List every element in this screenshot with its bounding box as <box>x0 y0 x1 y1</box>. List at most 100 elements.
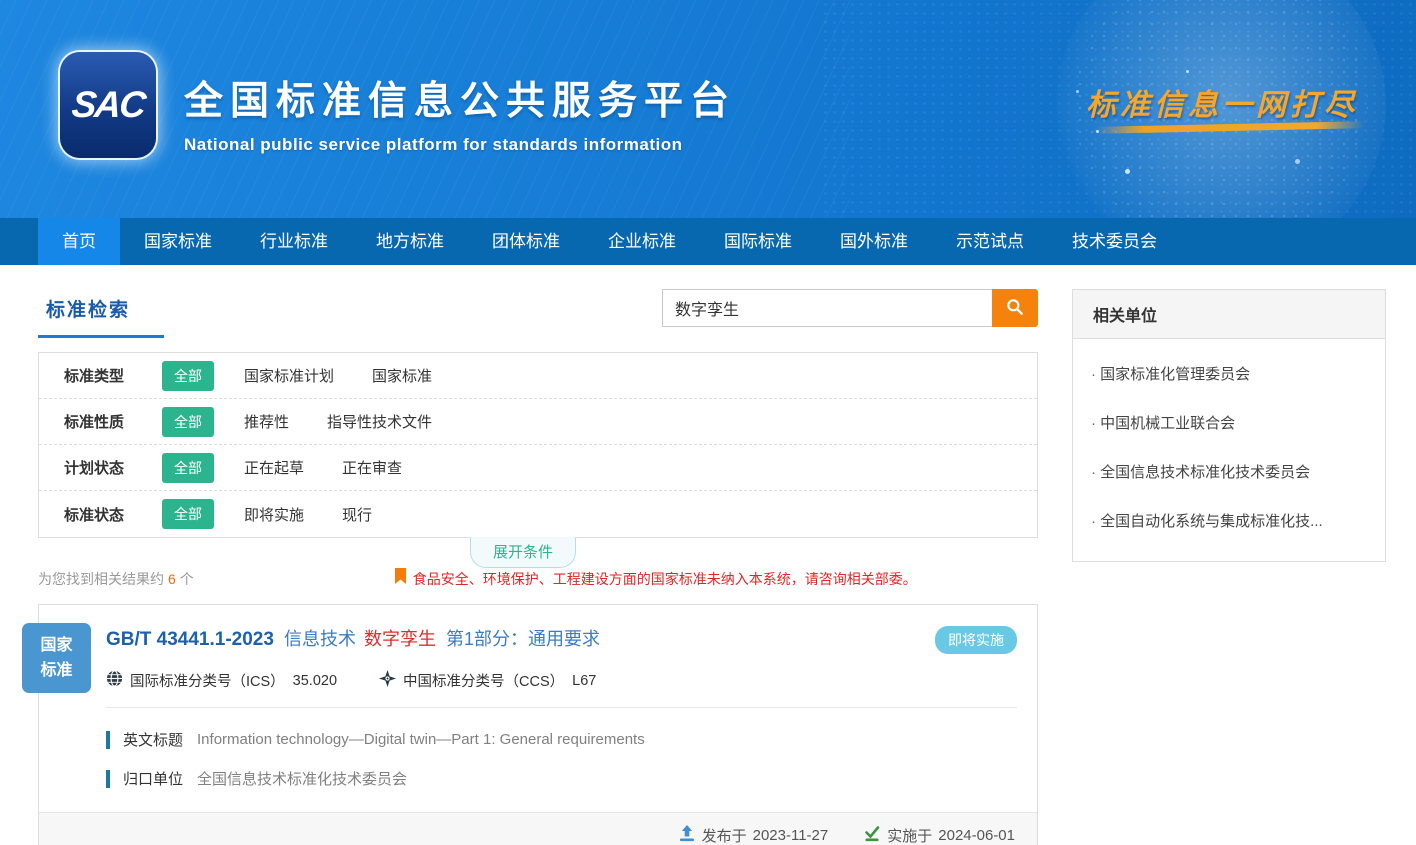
slogan-text: 标准信息一网打尽 <box>1086 80 1358 124</box>
nav-item-international-standards[interactable]: 国际标准 <box>700 218 816 265</box>
nav-item-local-standards[interactable]: 地方标准 <box>352 218 468 265</box>
badge-line: 国家 <box>22 633 91 658</box>
standard-title-part[interactable]: 第1部分：通用要求 <box>446 625 600 651</box>
filter-option[interactable]: 现行 <box>342 504 372 525</box>
related-unit-link[interactable]: 全国信息技术标准化技术委员会 <box>1091 447 1367 496</box>
standard-title-part[interactable]: 信息技术 <box>284 625 356 651</box>
english-title-row: 英文标题 Information technology—Digital twin… <box>106 720 1017 759</box>
search-button[interactable] <box>992 289 1038 327</box>
expand-conditions-button[interactable]: 展开条件 <box>470 537 576 568</box>
filter-all-button[interactable]: 全部 <box>162 499 214 529</box>
badge-line: 标准 <box>22 658 91 683</box>
filter-row-standard-status: 标准状态 全部 即将实施 现行 <box>39 491 1037 537</box>
magnifier-icon <box>1005 297 1025 320</box>
section-title-wrap: 标准检索 <box>38 289 164 338</box>
results-info-row: 为您找到相关结果约6个 食品安全、环境保护、工程建设方面的国家标准未纳入本系统，… <box>38 568 1038 590</box>
sidebar-column: 相关单位 国家标准化管理委员会 中国机械工业联合会 全国信息技术标准化技术委员会… <box>1072 289 1386 845</box>
related-units-title: 相关单位 <box>1073 290 1385 339</box>
filter-option[interactable]: 国家标准计划 <box>244 365 334 386</box>
filter-option[interactable]: 指导性技术文件 <box>327 411 432 432</box>
detail-value: 全国信息技术标准化技术委员会 <box>197 768 407 789</box>
result-count-prefix: 为您找到相关结果约 <box>38 571 164 587</box>
expand-row: 展开条件 <box>38 538 1038 566</box>
filter-label: 标准性质 <box>64 411 130 432</box>
result-card[interactable]: 国家 标准 GB/T 43441.1-2023 信息技术 数字孪生 第1部分：通… <box>38 604 1038 845</box>
section-title-underline <box>38 335 164 338</box>
implemented-label: 实施于 <box>887 825 932 845</box>
ccs-value: L67 <box>572 673 596 689</box>
filter-all-button[interactable]: 全部 <box>162 361 214 391</box>
filter-option[interactable]: 正在起草 <box>244 457 304 478</box>
search-header-row: 标准检索 <box>38 289 1038 338</box>
site-title: 全国标准信息公共服务平台 <box>184 70 736 126</box>
standard-code-link[interactable]: GB/T 43441.1-2023 <box>106 629 274 651</box>
result-count-number: 6 <box>168 571 176 587</box>
standard-title-highlight[interactable]: 数字孪生 <box>364 625 436 651</box>
filter-option[interactable]: 国家标准 <box>372 365 432 386</box>
detail-label: 英文标题 <box>123 729 183 750</box>
filter-option[interactable]: 即将实施 <box>244 504 304 525</box>
filter-row-standard-type: 标准类型 全部 国家标准计划 国家标准 <box>39 353 1037 399</box>
globe-icon <box>106 670 130 691</box>
published-date-item: 发布于 2023-11-27 <box>679 825 829 845</box>
sac-logo-text: SAC <box>70 84 147 126</box>
teal-bar-marker <box>106 731 110 749</box>
card-detail-rows: 英文标题 Information technology—Digital twin… <box>39 708 1037 812</box>
implemented-date: 2024-06-01 <box>938 827 1015 844</box>
site-title-block: 全国标准信息公共服务平台 National public service pla… <box>184 70 736 155</box>
related-unit-link[interactable]: 中国机械工业联合会 <box>1091 398 1367 447</box>
nav-item-industry-standards[interactable]: 行业标准 <box>236 218 352 265</box>
search-input[interactable] <box>662 289 992 327</box>
section-title: 标准检索 <box>38 295 164 322</box>
notice: 食品安全、环境保护、工程建设方面的国家标准未纳入本系统，请咨询相关部委。 <box>394 568 917 590</box>
main-nav: 首页 国家标准 行业标准 地方标准 团体标准 企业标准 国际标准 国外标准 示范… <box>0 218 1416 265</box>
nav-item-foreign-standards[interactable]: 国外标准 <box>816 218 932 265</box>
published-label: 发布于 <box>702 825 747 845</box>
nav-item-enterprise-standards[interactable]: 企业标准 <box>584 218 700 265</box>
detail-value: Information technology—Digital twin—Part… <box>197 731 645 748</box>
detail-label: 归口单位 <box>123 768 183 789</box>
ics-value: 35.020 <box>293 673 337 689</box>
published-date: 2023-11-27 <box>753 827 829 844</box>
main-column: 标准检索 标准类型 全部 国家标准计划 国家标准 <box>38 289 1038 845</box>
filter-all-button[interactable]: 全部 <box>162 453 214 483</box>
related-unit-link[interactable]: 国家标准化管理委员会 <box>1091 349 1367 398</box>
filter-all-button[interactable]: 全部 <box>162 407 214 437</box>
bookmark-icon <box>394 568 407 590</box>
teal-bar-marker <box>106 770 110 788</box>
compass-icon <box>379 670 403 691</box>
header-banner: SAC 全国标准信息公共服务平台 National public service… <box>0 0 1416 218</box>
national-standard-badge: 国家 标准 <box>22 623 91 693</box>
filter-label: 计划状态 <box>64 457 130 478</box>
content-area: 标准检索 标准类型 全部 国家标准计划 国家标准 <box>0 265 1416 845</box>
nav-item-pilot[interactable]: 示范试点 <box>932 218 1048 265</box>
filter-panel: 标准类型 全部 国家标准计划 国家标准 标准性质 全部 推荐性 指导性技术文件 … <box>38 352 1038 538</box>
ccs-meta: 中国标准分类号（CCS） L67 <box>379 670 596 691</box>
card-main: GB/T 43441.1-2023 信息技术 数字孪生 第1部分：通用要求 即将… <box>39 605 1037 691</box>
filter-label: 标准状态 <box>64 504 130 525</box>
card-title-row: GB/T 43441.1-2023 信息技术 数字孪生 第1部分：通用要求 即将… <box>106 625 1017 654</box>
filter-row-standard-nature: 标准性质 全部 推荐性 指导性技术文件 <box>39 399 1037 445</box>
result-count: 为您找到相关结果约6个 <box>38 569 194 589</box>
nav-item-national-standards[interactable]: 国家标准 <box>120 218 236 265</box>
related-unit-link[interactable]: 全国自动化系统与集成标准化技... <box>1091 496 1367 545</box>
filter-option[interactable]: 正在审查 <box>342 457 402 478</box>
filter-option[interactable]: 推荐性 <box>244 411 289 432</box>
result-count-suffix: 个 <box>180 571 194 587</box>
nav-item-group-standards[interactable]: 团体标准 <box>468 218 584 265</box>
ics-label: 国际标准分类号（ICS） <box>130 670 285 691</box>
nav-item-home[interactable]: 首页 <box>38 218 120 265</box>
ccs-label: 中国标准分类号（CCS） <box>403 670 564 691</box>
filter-row-plan-status: 计划状态 全部 正在起草 正在审查 <box>39 445 1037 491</box>
upload-icon <box>679 825 702 845</box>
implemented-date-item: 实施于 2024-06-01 <box>864 825 1015 845</box>
check-icon <box>864 825 887 845</box>
nav-item-technical-committee[interactable]: 技术委员会 <box>1048 218 1181 265</box>
card-footer: 发布于 2023-11-27 实施于 2024-06-01 <box>39 812 1037 845</box>
notice-text: 食品安全、环境保护、工程建设方面的国家标准未纳入本系统，请咨询相关部委。 <box>413 569 917 589</box>
committee-row: 归口单位 全国信息技术标准化技术委员会 <box>106 759 1017 798</box>
card-meta-row: 国际标准分类号（ICS） 35.020 中国标准分类号（CCS） L67 <box>106 670 1017 691</box>
related-units-panel: 相关单位 国家标准化管理委员会 中国机械工业联合会 全国信息技术标准化技术委员会… <box>1072 289 1386 562</box>
sac-logo[interactable]: SAC <box>60 52 156 158</box>
related-units-list: 国家标准化管理委员会 中国机械工业联合会 全国信息技术标准化技术委员会 全国自动… <box>1073 339 1385 561</box>
